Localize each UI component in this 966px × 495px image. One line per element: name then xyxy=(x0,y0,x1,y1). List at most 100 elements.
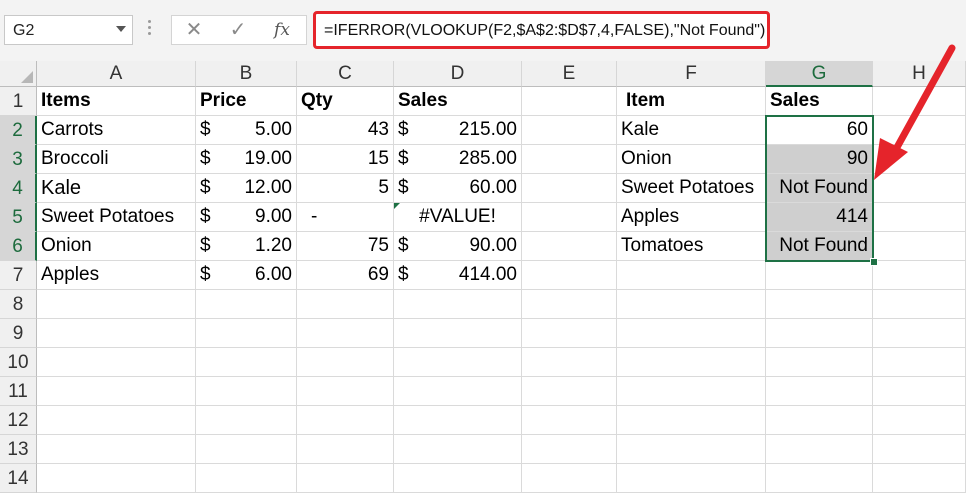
cancel-icon[interactable]: ✕ xyxy=(174,16,214,44)
cell-b13[interactable] xyxy=(196,435,297,464)
cell-b2[interactable]: $5.00 xyxy=(196,116,297,145)
cell-f6[interactable]: Tomatoes xyxy=(617,232,766,261)
cell-a5[interactable]: Sweet Potatoes xyxy=(37,203,196,232)
cell-h6[interactable] xyxy=(873,232,966,261)
cell-e13[interactable] xyxy=(522,435,617,464)
cell-h8[interactable] xyxy=(873,290,966,319)
cell-e10[interactable] xyxy=(522,348,617,377)
cell-a8[interactable] xyxy=(37,290,196,319)
name-box-dropdown-icon[interactable] xyxy=(116,26,126,32)
cell-g5[interactable]: 414 xyxy=(766,203,873,232)
cell-a14[interactable] xyxy=(37,464,196,493)
cell-d5[interactable]: #VALUE! xyxy=(394,203,522,232)
cell-e8[interactable] xyxy=(522,290,617,319)
cell-a4[interactable]: Kale xyxy=(37,174,196,203)
cell-e9[interactable] xyxy=(522,319,617,348)
cell-d9[interactable] xyxy=(394,319,522,348)
cell-e3[interactable] xyxy=(522,145,617,174)
cell-a2[interactable]: Carrots xyxy=(37,116,196,145)
cell-e5[interactable] xyxy=(522,203,617,232)
cell-h5[interactable] xyxy=(873,203,966,232)
cell-c10[interactable] xyxy=(297,348,394,377)
cell-h12[interactable] xyxy=(873,406,966,435)
cell-f5[interactable]: Apples xyxy=(617,203,766,232)
cell-c3[interactable]: 15 xyxy=(297,145,394,174)
formula-bar-resize-handle[interactable] xyxy=(146,17,154,43)
cell-c1[interactable]: Qty xyxy=(297,87,394,116)
column-header-g[interactable]: G xyxy=(766,61,873,87)
cell-h9[interactable] xyxy=(873,319,966,348)
cell-b5[interactable]: $9.00 xyxy=(196,203,297,232)
cell-e6[interactable] xyxy=(522,232,617,261)
cell-e11[interactable] xyxy=(522,377,617,406)
cell-d11[interactable] xyxy=(394,377,522,406)
cell-c2[interactable]: 43 xyxy=(297,116,394,145)
cell-g11[interactable] xyxy=(766,377,873,406)
cell-c5[interactable]: - xyxy=(297,203,394,232)
cell-a3[interactable]: Broccoli xyxy=(37,145,196,174)
cell-g4[interactable]: Not Found xyxy=(766,174,873,203)
formula-input[interactable]: =IFERROR(VLOOKUP(F2,$A$2:$D$7,4,FALSE),"… xyxy=(313,11,770,49)
cell-f2[interactable]: Kale xyxy=(617,116,766,145)
column-header-c[interactable]: C xyxy=(297,61,394,87)
cell-a7[interactable]: Apples xyxy=(37,261,196,290)
cell-c13[interactable] xyxy=(297,435,394,464)
cell-b14[interactable] xyxy=(196,464,297,493)
cell-c8[interactable] xyxy=(297,290,394,319)
cell-g3[interactable]: 90 xyxy=(766,145,873,174)
cell-g12[interactable] xyxy=(766,406,873,435)
name-box[interactable]: G2 xyxy=(4,15,133,45)
cell-b4[interactable]: $12.00 xyxy=(196,174,297,203)
cell-f11[interactable] xyxy=(617,377,766,406)
cell-d14[interactable] xyxy=(394,464,522,493)
cell-g1[interactable]: Sales xyxy=(766,87,873,116)
cell-f1[interactable]: Item xyxy=(617,87,766,116)
row-header-5[interactable]: 5 xyxy=(0,203,37,232)
cell-d2[interactable]: $215.00 xyxy=(394,116,522,145)
cell-b12[interactable] xyxy=(196,406,297,435)
cell-g6[interactable]: Not Found xyxy=(766,232,873,261)
cell-b9[interactable] xyxy=(196,319,297,348)
cell-g9[interactable] xyxy=(766,319,873,348)
cell-d4[interactable]: $60.00 xyxy=(394,174,522,203)
row-header-4[interactable]: 4 xyxy=(0,174,37,203)
row-header-8[interactable]: 8 xyxy=(0,290,37,319)
enter-check-icon[interactable]: ✓ xyxy=(218,16,258,44)
cell-d1[interactable]: Sales xyxy=(394,87,522,116)
cell-b7[interactable]: $6.00 xyxy=(196,261,297,290)
fill-handle[interactable] xyxy=(870,258,878,266)
row-header-13[interactable]: 13 xyxy=(0,435,37,464)
cell-c7[interactable]: 69 xyxy=(297,261,394,290)
cell-c4[interactable]: 5 xyxy=(297,174,394,203)
cell-f8[interactable] xyxy=(617,290,766,319)
cell-g2[interactable]: 60 xyxy=(766,116,873,145)
row-header-1[interactable]: 1 xyxy=(0,87,37,116)
select-all-button[interactable] xyxy=(0,61,37,87)
cell-d12[interactable] xyxy=(394,406,522,435)
column-header-e[interactable]: E xyxy=(522,61,617,87)
cell-b10[interactable] xyxy=(196,348,297,377)
cell-f13[interactable] xyxy=(617,435,766,464)
cell-a12[interactable] xyxy=(37,406,196,435)
cell-c9[interactable] xyxy=(297,319,394,348)
cell-f12[interactable] xyxy=(617,406,766,435)
cell-d6[interactable]: $90.00 xyxy=(394,232,522,261)
cell-e14[interactable] xyxy=(522,464,617,493)
cell-h11[interactable] xyxy=(873,377,966,406)
cell-f14[interactable] xyxy=(617,464,766,493)
cell-g13[interactable] xyxy=(766,435,873,464)
row-header-10[interactable]: 10 xyxy=(0,348,37,377)
cell-b6[interactable]: $1.20 xyxy=(196,232,297,261)
cell-b1[interactable]: Price xyxy=(196,87,297,116)
cell-a10[interactable] xyxy=(37,348,196,377)
row-header-2[interactable]: 2 xyxy=(0,116,37,145)
cell-c12[interactable] xyxy=(297,406,394,435)
cell-e12[interactable] xyxy=(522,406,617,435)
cell-e1[interactable] xyxy=(522,87,617,116)
cell-f7[interactable] xyxy=(617,261,766,290)
row-header-7[interactable]: 7 xyxy=(0,261,37,290)
cell-d3[interactable]: $285.00 xyxy=(394,145,522,174)
cell-h10[interactable] xyxy=(873,348,966,377)
cell-a1[interactable]: Items xyxy=(37,87,196,116)
row-header-3[interactable]: 3 xyxy=(0,145,37,174)
